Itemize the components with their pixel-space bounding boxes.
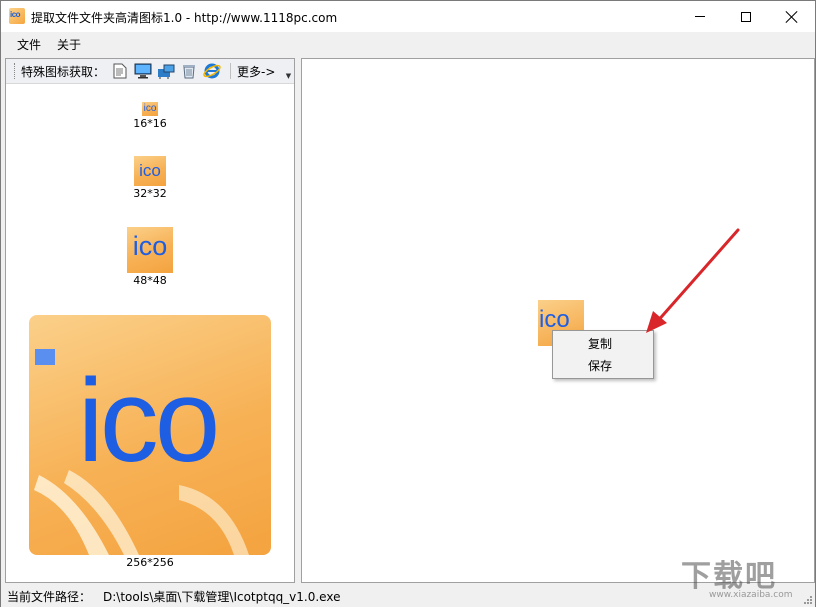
app-window: ico 提取文件文件夹高清图标1.0 - http://www.1118pc.c… (0, 0, 816, 607)
close-button[interactable] (769, 1, 815, 32)
icon-entry-48[interactable]: ico 48*48 (6, 227, 294, 287)
icon-size-label: 48*48 (133, 274, 167, 287)
context-menu: 复制 保存 (552, 330, 654, 379)
minimize-icon (695, 16, 705, 17)
context-save[interactable]: 保存 (553, 355, 653, 377)
window-title: 提取文件文件夹高清图标1.0 - http://www.1118pc.com (31, 11, 338, 25)
computer-icon[interactable] (134, 62, 152, 80)
special-icon-toolbar: 特殊图标获取： 更多-> ▼ (6, 59, 294, 84)
network-folder-icon[interactable] (157, 62, 175, 80)
icon-size-label: 256*256 (126, 556, 174, 569)
icon-list-panel[interactable]: 特殊图标获取： 更多-> ▼ ico 16*16 ico 32*32 ico 4… (5, 58, 295, 583)
icon-size-label: 32*32 (133, 187, 167, 200)
watermark-logo: 下载吧 (681, 559, 777, 594)
watermark-url: www.xiazaiba.com (709, 590, 793, 600)
icon-entry-32[interactable]: ico 32*32 (6, 156, 294, 200)
menu-file[interactable]: 文件 (9, 33, 49, 56)
toolbar-overflow-icon[interactable]: ▼ (284, 71, 293, 82)
title-bar: ico 提取文件文件夹高清图标1.0 - http://www.1118pc.c… (1, 1, 815, 32)
toolbar-label: 特殊图标获取： (21, 64, 106, 79)
icon-swoosh-decoration (34, 470, 249, 555)
menu-about[interactable]: 关于 (49, 33, 89, 56)
icon-entry-16[interactable]: ico 16*16 (6, 102, 294, 130)
internet-explorer-icon[interactable] (203, 62, 221, 80)
status-path-label: 当前文件路径： (7, 589, 92, 604)
maximize-button[interactable] (723, 1, 769, 32)
minimize-button[interactable] (677, 1, 723, 32)
resize-grip-icon[interactable] (803, 595, 813, 605)
document-icon[interactable] (111, 62, 129, 80)
more-button[interactable]: 更多-> (237, 63, 275, 80)
preview-panel[interactable]: ico 复制 保存 (301, 58, 815, 583)
toolbar-grip[interactable] (14, 63, 17, 79)
icon-entry-256[interactable]: ico 256*256 (6, 315, 294, 569)
context-copy[interactable]: 复制 (553, 333, 653, 355)
icon-preview-48: ico (127, 227, 173, 273)
status-path-value: D:\tools\桌面\下载管理\Icotptqq_v1.0.exe (103, 589, 341, 604)
maximize-icon (741, 11, 751, 22)
icon-size-label: 16*16 (133, 117, 167, 130)
close-icon (786, 11, 798, 23)
toolbar-separator (230, 63, 232, 79)
menu-bar: 文件 关于 (1, 32, 815, 56)
icon-preview-16: ico (142, 102, 158, 116)
recycle-bin-icon[interactable] (180, 62, 198, 80)
icon-preview-32: ico (134, 156, 166, 186)
app-logo-icon: ico (9, 8, 25, 24)
icon-preview-256: ico (29, 315, 271, 555)
